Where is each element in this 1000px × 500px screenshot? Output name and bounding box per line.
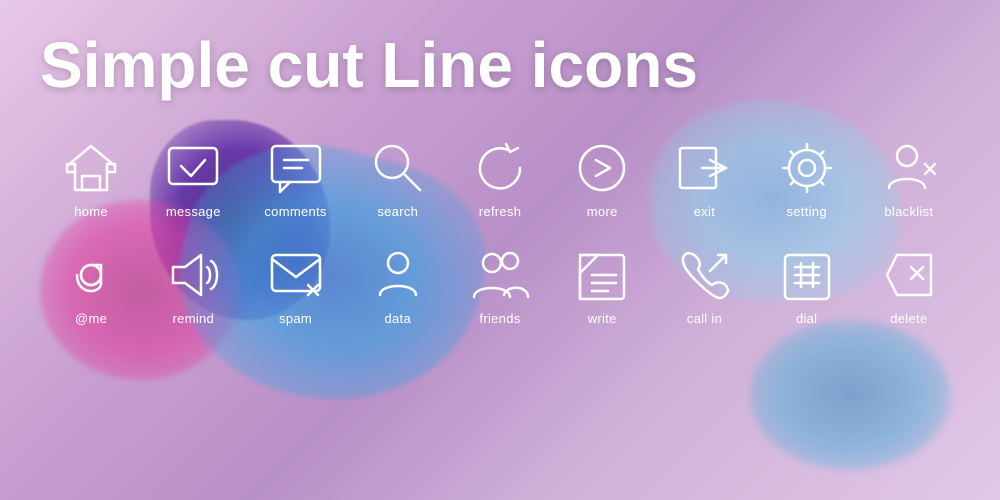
icon-item-at-me: @me bbox=[40, 237, 142, 334]
comments-icon bbox=[266, 138, 326, 198]
dial-label: dial bbox=[796, 311, 817, 326]
home-label: home bbox=[74, 204, 108, 219]
data-label: data bbox=[385, 311, 412, 326]
setting-label: setting bbox=[786, 204, 826, 219]
search-label: search bbox=[377, 204, 418, 219]
home-icon bbox=[61, 138, 121, 198]
icon-item-write: write bbox=[551, 237, 653, 334]
message-icon bbox=[163, 138, 223, 198]
more-icon bbox=[572, 138, 632, 198]
refresh-icon bbox=[470, 138, 530, 198]
dial-icon bbox=[777, 245, 837, 305]
icon-item-search: search bbox=[347, 130, 449, 227]
search-icon bbox=[368, 138, 428, 198]
icon-item-refresh: refresh bbox=[449, 130, 551, 227]
icon-item-dial: dial bbox=[756, 237, 858, 334]
icon-item-home: home bbox=[40, 130, 142, 227]
main-content: Simple cut Line icons home bbox=[0, 0, 1000, 354]
call-in-icon bbox=[674, 245, 734, 305]
icon-item-spam: spam bbox=[244, 237, 346, 334]
blacklist-label: blacklist bbox=[884, 204, 933, 219]
setting-icon bbox=[777, 138, 837, 198]
call-in-label: call in bbox=[687, 311, 722, 326]
icon-item-comments: comments bbox=[244, 130, 346, 227]
icon-item-remind: remind bbox=[142, 237, 244, 334]
exit-icon bbox=[674, 138, 734, 198]
spam-label: spam bbox=[279, 311, 312, 326]
icon-item-friends: friends bbox=[449, 237, 551, 334]
comments-label: comments bbox=[264, 204, 326, 219]
delete-label: delete bbox=[890, 311, 927, 326]
write-icon bbox=[572, 245, 632, 305]
icon-item-more: more bbox=[551, 130, 653, 227]
at-me-icon bbox=[61, 245, 121, 305]
blacklist-icon bbox=[879, 138, 939, 198]
data-icon bbox=[368, 245, 428, 305]
icon-item-setting: setting bbox=[756, 130, 858, 227]
icon-item-call-in: call in bbox=[653, 237, 755, 334]
write-label: write bbox=[588, 311, 617, 326]
icon-item-delete: delete bbox=[858, 237, 960, 334]
message-label: message bbox=[166, 204, 221, 219]
remind-label: remind bbox=[173, 311, 215, 326]
icon-item-data: data bbox=[347, 237, 449, 334]
remind-icon bbox=[163, 245, 223, 305]
page-title: Simple cut Line icons bbox=[40, 30, 960, 100]
friends-icon bbox=[470, 245, 530, 305]
spam-icon bbox=[266, 245, 326, 305]
at-me-label: @me bbox=[75, 311, 107, 326]
friends-label: friends bbox=[479, 311, 520, 326]
icon-grid: home message comments bbox=[40, 130, 960, 334]
refresh-label: refresh bbox=[479, 204, 522, 219]
more-label: more bbox=[587, 204, 618, 219]
icon-item-message: message bbox=[142, 130, 244, 227]
icon-item-exit: exit bbox=[653, 130, 755, 227]
icon-item-blacklist: blacklist bbox=[858, 130, 960, 227]
delete-icon bbox=[879, 245, 939, 305]
exit-label: exit bbox=[694, 204, 715, 219]
